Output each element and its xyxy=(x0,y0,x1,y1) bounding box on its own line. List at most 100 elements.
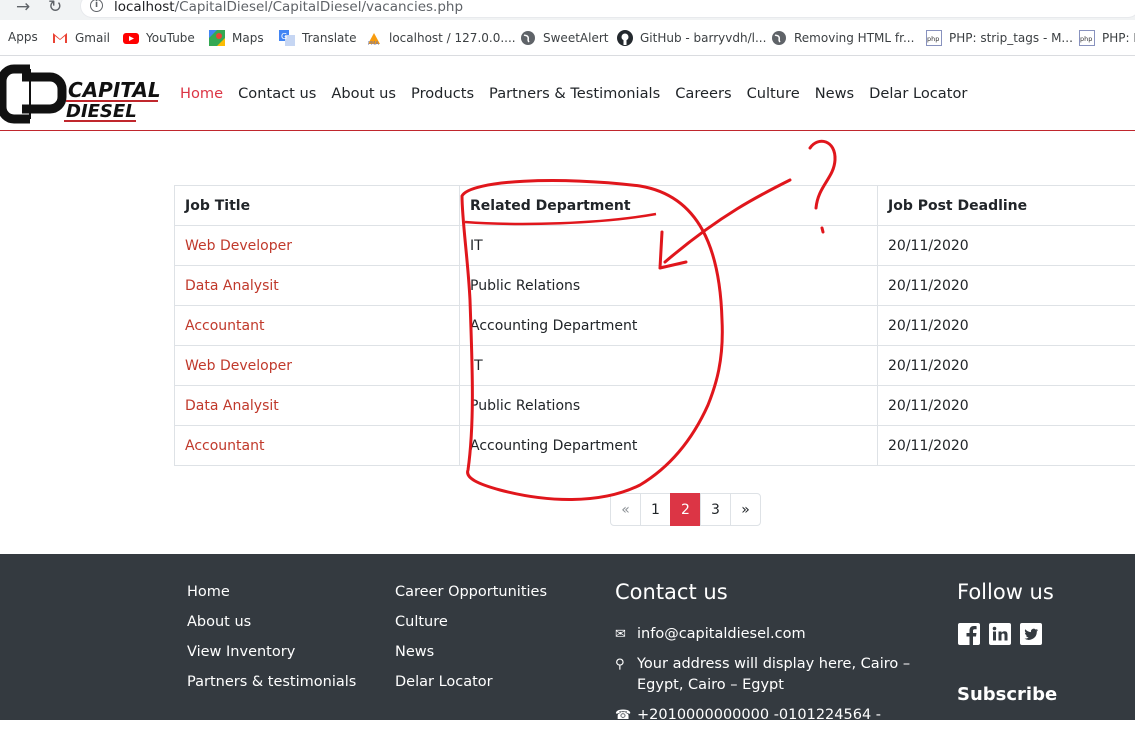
linkedin-icon[interactable] xyxy=(989,623,1011,645)
table-row: Web Developer IT 20/11/2020 xyxy=(175,346,1135,386)
nav-partners-testimonials[interactable]: Partners & Testimonials xyxy=(489,85,660,102)
job-title-link[interactable]: Web Developer xyxy=(175,346,460,386)
translate-icon: G xyxy=(279,30,295,46)
department-cell: IT xyxy=(460,346,878,386)
pagination-next[interactable]: » xyxy=(730,493,761,526)
globe-icon xyxy=(771,30,787,46)
svg-text:php: php xyxy=(927,35,939,43)
footer-link-partners[interactable]: Partners & testimonials xyxy=(187,674,356,704)
pagination-page-2-current[interactable]: 2 xyxy=(670,493,701,526)
table-row: Accountant Accounting Department 20/11/2… xyxy=(175,306,1135,346)
footer-contact-heading: Contact us xyxy=(615,580,728,604)
department-cell: Public Relations xyxy=(460,386,878,426)
pagination-prev[interactable]: « xyxy=(610,493,641,526)
bookmark-apps[interactable]: Apps xyxy=(8,30,38,44)
capital-diesel-logo[interactable]: CAPITAL DIESEL xyxy=(0,63,160,125)
svg-text:PMA: PMA xyxy=(368,41,379,46)
vacancies-table: Job Title Related Department Job Post De… xyxy=(174,185,1135,466)
table-row: Data Analysit Public Relations 20/11/202… xyxy=(175,266,1135,306)
footer-follow-heading: Follow us xyxy=(957,580,1054,604)
column-header-related-department: Related Department xyxy=(460,186,878,226)
site-footer: Home About us View Inventory Partners & … xyxy=(0,554,1135,720)
table-header-row: Job Title Related Department Job Post De… xyxy=(175,186,1135,226)
main-nav: Home Contact us About us Products Partne… xyxy=(180,85,982,102)
job-title-link[interactable]: Web Developer xyxy=(175,226,460,266)
nav-products[interactable]: Products xyxy=(411,85,474,102)
browser-toolbar: → ↻ i localhost/CapitalDiesel/CapitalDie… xyxy=(0,0,1135,20)
deadline-cell: 20/11/2020 xyxy=(878,386,1135,426)
pagination-page-1[interactable]: 1 xyxy=(640,493,671,526)
site-header: CAPITAL DIESEL Home Contact us About us … xyxy=(0,57,1135,131)
job-title-link[interactable]: Data Analysit xyxy=(175,386,460,426)
address-bar[interactable]: i localhost/CapitalDiesel/CapitalDiesel/… xyxy=(80,0,1135,18)
contact-email[interactable]: info@capitaldiesel.com xyxy=(637,624,806,645)
footer-links-column-2: Career Opportunities Culture News Delar … xyxy=(395,584,547,704)
column-header-deadline: Job Post Deadline xyxy=(878,186,1135,226)
deadline-cell: 20/11/2020 xyxy=(878,346,1135,386)
maps-icon xyxy=(209,30,225,46)
job-title-link[interactable]: Data Analysit xyxy=(175,266,460,306)
footer-link-about-us[interactable]: About us xyxy=(187,614,356,644)
table-row: Web Developer IT 20/11/2020 xyxy=(175,226,1135,266)
department-cell: Public Relations xyxy=(460,266,878,306)
youtube-icon xyxy=(123,30,139,46)
svg-text:php: php xyxy=(1080,35,1092,43)
nav-careers[interactable]: Careers xyxy=(675,85,731,102)
contact-phone: +2010000000000 -0101224564 - 0154377 xyxy=(637,705,915,747)
nav-dealer-locator[interactable]: Delar Locator xyxy=(869,85,967,102)
footer-link-dealer-locator[interactable]: Delar Locator xyxy=(395,674,547,704)
globe-icon xyxy=(520,30,536,46)
bookmark-translate[interactable]: G Translate xyxy=(279,30,357,46)
gmail-icon xyxy=(52,30,68,46)
footer-link-career-opportunities[interactable]: Career Opportunities xyxy=(395,584,547,614)
pagination: « 1 2 3 » xyxy=(610,493,761,526)
bookmark-sweetalert[interactable]: SweetAlert xyxy=(520,30,608,46)
logo-text-capital: CAPITAL xyxy=(68,78,160,102)
footer-subscribe-heading: Subscribe xyxy=(957,684,1057,705)
footer-contact-info: ✉ info@capitaldiesel.com ⚲ Your address … xyxy=(615,624,915,756)
site-info-icon[interactable]: i xyxy=(90,0,103,12)
footer-link-news[interactable]: News xyxy=(395,644,547,674)
table-row: Accountant Accounting Department 20/11/2… xyxy=(175,426,1135,466)
php-icon: php xyxy=(926,30,942,46)
bookmark-youtube[interactable]: YouTube xyxy=(123,30,195,46)
reload-icon[interactable]: ↻ xyxy=(48,0,62,17)
nav-contact-us[interactable]: Contact us xyxy=(238,85,316,102)
deadline-cell: 20/11/2020 xyxy=(878,226,1135,266)
phpmyadmin-icon: PMA xyxy=(366,30,382,46)
contact-address: Your address will display here, Cairo – … xyxy=(637,654,915,696)
envelope-icon: ✉ xyxy=(615,624,637,645)
logo-text-diesel: DIESEL xyxy=(66,101,137,122)
job-title-link[interactable]: Accountant xyxy=(175,306,460,346)
nav-news[interactable]: News xyxy=(815,85,854,102)
footer-link-culture[interactable]: Culture xyxy=(395,614,547,644)
facebook-icon[interactable] xyxy=(958,623,980,645)
github-icon xyxy=(617,30,633,46)
twitter-icon[interactable] xyxy=(1020,623,1042,645)
footer-link-view-inventory[interactable]: View Inventory xyxy=(187,644,356,674)
bookmark-gmail[interactable]: Gmail xyxy=(52,30,110,46)
job-title-link[interactable]: Accountant xyxy=(175,426,460,466)
deadline-cell: 20/11/2020 xyxy=(878,266,1135,306)
department-cell: Accounting Department xyxy=(460,426,878,466)
bookmark-phpmyadmin[interactable]: PMA localhost / 127.0.0.... xyxy=(366,30,516,46)
deadline-cell: 20/11/2020 xyxy=(878,306,1135,346)
forward-arrow-icon[interactable]: → xyxy=(16,0,30,17)
bookmark-removing-html[interactable]: Removing HTML fr... xyxy=(771,30,914,46)
nav-home[interactable]: Home xyxy=(180,85,223,102)
bookmark-github[interactable]: GitHub - barryvdh/l... xyxy=(617,30,766,46)
bookmark-php-h[interactable]: php PHP: H xyxy=(1079,30,1135,46)
bookmark-maps[interactable]: Maps xyxy=(209,30,264,46)
footer-link-home[interactable]: Home xyxy=(187,584,356,614)
department-cell: Accounting Department xyxy=(460,306,878,346)
phone-icon: ☎ xyxy=(615,705,637,747)
footer-links-column-1: Home About us View Inventory Partners & … xyxy=(187,584,356,704)
php-icon: php xyxy=(1079,30,1095,46)
department-cell: IT xyxy=(460,226,878,266)
nav-culture[interactable]: Culture xyxy=(747,85,800,102)
bookmarks-bar: Apps Gmail YouTube Maps G Translate PMA … xyxy=(0,20,1135,56)
column-header-job-title: Job Title xyxy=(175,186,460,226)
nav-about-us[interactable]: About us xyxy=(331,85,396,102)
bookmark-php-strip-tags[interactable]: php PHP: strip_tags - M... xyxy=(926,30,1073,46)
pagination-page-3[interactable]: 3 xyxy=(700,493,731,526)
